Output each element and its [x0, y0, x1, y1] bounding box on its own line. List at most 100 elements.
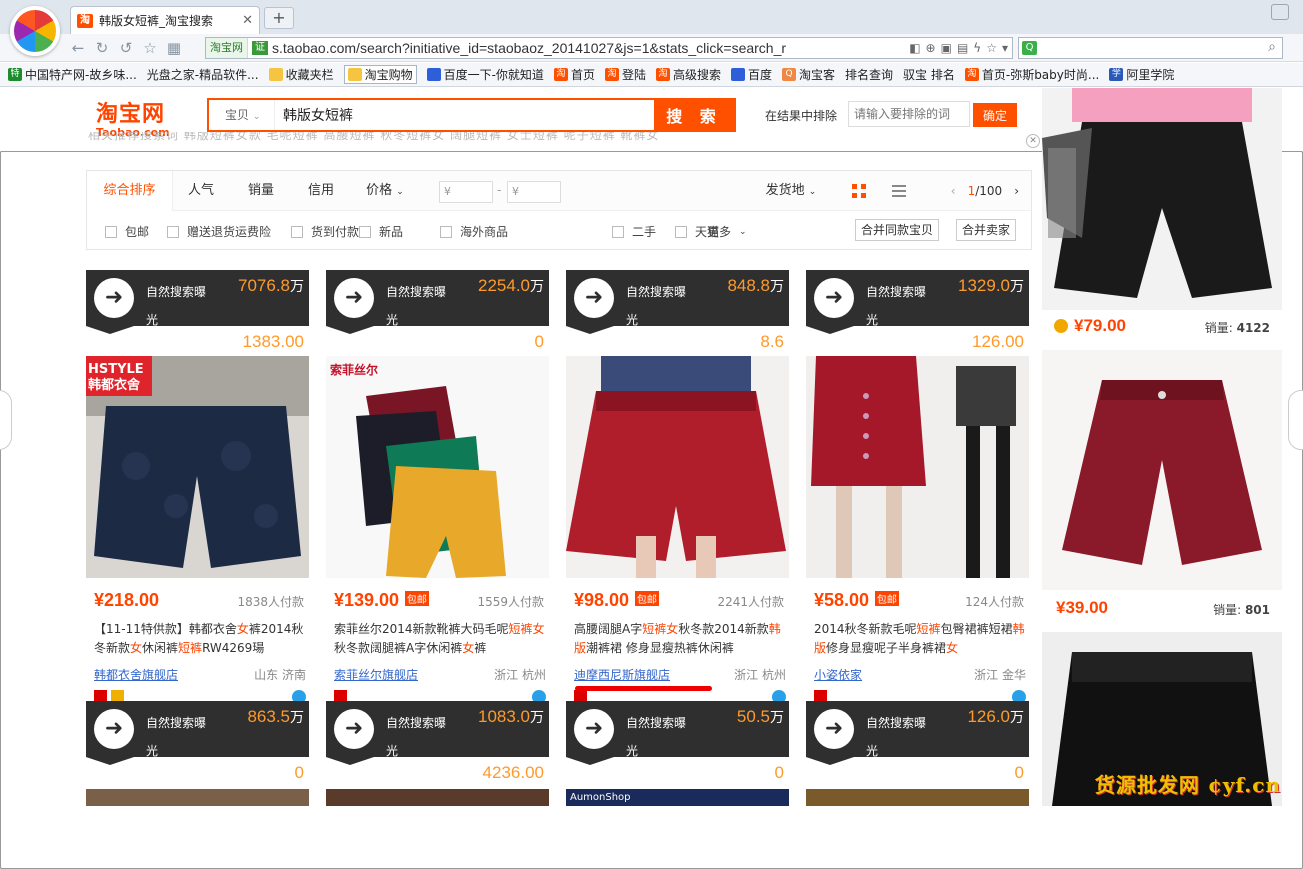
- search-button[interactable]: 搜 索: [654, 100, 734, 130]
- checkbox-icon[interactable]: [291, 225, 303, 238]
- sort-tab-sales[interactable]: 销量: [233, 171, 289, 211]
- product-card[interactable]: ➜ 自然搜索曝光 7076.8万 1383.00 HSTYLE 韩都衣舍 ¥21…: [86, 270, 309, 710]
- browser-logo-icon[interactable]: [10, 6, 60, 56]
- bookmark-item[interactable]: 排名查询: [0, 66, 1303, 869]
- url-field[interactable]: 淘宝网 证 s.taobao.com/search?initiative_id=…: [205, 37, 1013, 59]
- bookmark-item[interactable]: 淘宝购物: [343, 65, 417, 84]
- checkbox-icon[interactable]: [105, 225, 117, 238]
- next-page-icon[interactable]: ›: [1014, 184, 1019, 198]
- product-card[interactable]: ➜ 自然搜索曝光 50.5万 0 AumonShop: [566, 701, 789, 806]
- bookmark-item[interactable]: 淘高级搜索: [655, 66, 721, 83]
- recommend-item[interactable]: ¥79.00 销量: 4122: [1042, 88, 1282, 340]
- product-image[interactable]: [326, 356, 549, 578]
- product-image[interactable]: [86, 789, 309, 806]
- list-view-icon[interactable]: [890, 182, 908, 200]
- zoom-icon[interactable]: ⊕: [926, 41, 936, 55]
- back-icon[interactable]: ←: [68, 38, 88, 58]
- tab-taobao-search[interactable]: 淘 韩版女短裤_淘宝搜索 ✕: [70, 6, 260, 34]
- checkbox-icon[interactable]: [675, 225, 687, 238]
- product-title[interactable]: 【11-11特供款】韩都衣舍女裤2014秋冬新款女休闲裤短裤RW4269瑒: [94, 620, 306, 658]
- filter-checkbox[interactable]: 天猫: [675, 223, 719, 240]
- product-image[interactable]: AumonShop: [566, 789, 789, 806]
- exclude-input[interactable]: [848, 101, 970, 127]
- bookmark-page-icon[interactable]: ◧: [909, 41, 920, 55]
- checkbox-icon[interactable]: [440, 225, 452, 238]
- apps-grid-icon[interactable]: ▦: [164, 38, 184, 58]
- filter-checkbox[interactable]: 海外商品: [440, 223, 508, 240]
- bookmark-item[interactable]: 淘登陆: [604, 66, 646, 83]
- price-min-input[interactable]: ¥: [439, 181, 493, 203]
- product-image[interactable]: [566, 356, 789, 578]
- sort-tab-default[interactable]: 综合排序: [87, 171, 173, 211]
- product-card[interactable]: ➜ 自然搜索曝光 2254.0万 0 索菲丝尔 ¥139.00 包邮 1559人…: [326, 270, 549, 710]
- qrcode-icon[interactable]: ▤: [957, 41, 968, 55]
- close-icon[interactable]: ✕: [1026, 134, 1040, 148]
- checkbox-icon[interactable]: [359, 225, 371, 238]
- product-title[interactable]: 索菲丝尔2014新款靴裤大码毛呢短裤女秋冬款阔腿裤A字休闲裤女裤: [334, 620, 546, 658]
- favorite-star-icon[interactable]: ☆: [140, 38, 160, 58]
- sort-tab-popularity[interactable]: 人气: [173, 171, 229, 211]
- filter-checkbox[interactable]: 二手: [612, 223, 656, 240]
- checkbox-icon[interactable]: [167, 225, 179, 238]
- recommend-item[interactable]: ¥39.00 销量: 801: [1042, 350, 1282, 620]
- bookmark-item[interactable]: 淘首页-弥斯baby时尚...: [964, 66, 1099, 83]
- bookmark-item[interactable]: 淘首页: [553, 66, 595, 83]
- product-card[interactable]: ➜ 自然搜索曝光 848.8万 8.6 ¥98.00 包邮 2241人付款 高腰…: [566, 270, 789, 710]
- search-category-select[interactable]: 宝贝 ⌄: [209, 100, 275, 130]
- bookmark-item[interactable]: 百度一下-你就知道: [426, 66, 544, 83]
- search-engine-icon[interactable]: Q: [1022, 41, 1037, 55]
- url-text[interactable]: s.taobao.com/search?initiative_id=staoba…: [272, 40, 905, 56]
- price-max-input[interactable]: ¥: [507, 181, 561, 203]
- product-image[interactable]: [806, 789, 1029, 806]
- shop-link[interactable]: 小姿依家: [814, 668, 862, 682]
- filter-checkbox[interactable]: 货到付款: [291, 223, 359, 240]
- merge-sellers-button[interactable]: 合并卖家: [956, 219, 1017, 241]
- ship-from-select[interactable]: 发货地 ⌄: [759, 171, 823, 211]
- left-scroll-arrow-icon[interactable]: [0, 390, 12, 450]
- product-title[interactable]: 2014秋冬新款毛呢短裤包臀裙裤短裙韩版修身显瘦呢子半身裤裙女: [814, 620, 1026, 658]
- right-scroll-arrow-icon[interactable]: [1288, 390, 1303, 450]
- tab-close-icon[interactable]: ✕: [242, 13, 253, 28]
- speed-mode-icon[interactable]: ϟ: [973, 41, 981, 55]
- sort-tab-price[interactable]: 价格 ⌄: [357, 171, 413, 211]
- engine-search-field[interactable]: Q ⌕: [1018, 37, 1283, 59]
- new-tab-button[interactable]: +: [264, 7, 294, 29]
- dropdown-icon[interactable]: ▾: [1002, 41, 1008, 55]
- product-card[interactable]: ➜ 自然搜索曝光 1329.0万 126.00 ¥58.00 包邮 124人付款…: [806, 270, 1029, 710]
- bookmark-item[interactable]: 百度: [730, 66, 772, 83]
- shop-link[interactable]: 迪摩西尼斯旗舰店: [574, 668, 670, 682]
- product-card[interactable]: ➜ 自然搜索曝光 126.0万 0: [806, 701, 1029, 806]
- screenshot-icon[interactable]: ▣: [941, 41, 952, 55]
- shop-link[interactable]: 韩都衣舍旗舰店: [94, 668, 178, 682]
- product-card[interactable]: ➜ 自然搜索曝光 1083.0万 4236.00: [326, 701, 549, 806]
- certificate-icon[interactable]: 证: [252, 41, 268, 55]
- bookmark-item[interactable]: 特中国特产网-故乡味...: [8, 66, 137, 83]
- bookmark-item[interactable]: 驭宝 排名: [0, 66, 1303, 869]
- bookmark-item[interactable]: 光盘之家-精品软件...: [0, 66, 1303, 869]
- favorite-add-icon[interactable]: ☆: [986, 41, 997, 55]
- product-card[interactable]: ➜ 自然搜索曝光 863.5万 0: [86, 701, 309, 806]
- search-icon[interactable]: ⌕: [1268, 39, 1276, 55]
- undo-close-icon[interactable]: ↺: [116, 38, 136, 58]
- product-image[interactable]: [326, 789, 549, 806]
- filter-checkbox[interactable]: 赠送退货运费险: [167, 223, 271, 240]
- sort-tab-credit[interactable]: 信用: [293, 171, 349, 211]
- product-title[interactable]: 高腰阔腿A字短裤女秋冬款2014新款韩版潮裤裙 修身显瘦热裤休闲裤: [574, 620, 786, 658]
- bookmark-item[interactable]: 收藏夹栏: [268, 66, 334, 83]
- filter-checkbox[interactable]: 新品: [359, 223, 403, 240]
- reload-icon[interactable]: ↻: [92, 38, 112, 58]
- grid-view-icon[interactable]: [850, 182, 868, 200]
- prev-page-icon[interactable]: ‹: [951, 184, 956, 198]
- bookmark-item[interactable]: Q 淘宝客: [782, 66, 835, 83]
- shop-link[interactable]: 索菲丝尔旗舰店: [334, 668, 418, 682]
- checkbox-icon[interactable]: [612, 225, 624, 238]
- bookmark-item[interactable]: 学阿里学院: [1109, 66, 1174, 83]
- brand-tag: HSTYLE 韩都衣舍: [88, 362, 144, 393]
- search-input[interactable]: [275, 100, 654, 130]
- filter-checkbox[interactable]: 包邮: [105, 223, 149, 240]
- product-image[interactable]: [806, 356, 1029, 578]
- window-menu-icon[interactable]: [1271, 4, 1289, 20]
- merge-same-items-button[interactable]: 合并同款宝贝: [855, 219, 940, 241]
- ad-value: 126.0: [967, 707, 1010, 726]
- exclude-confirm-button[interactable]: 确定: [973, 103, 1017, 127]
